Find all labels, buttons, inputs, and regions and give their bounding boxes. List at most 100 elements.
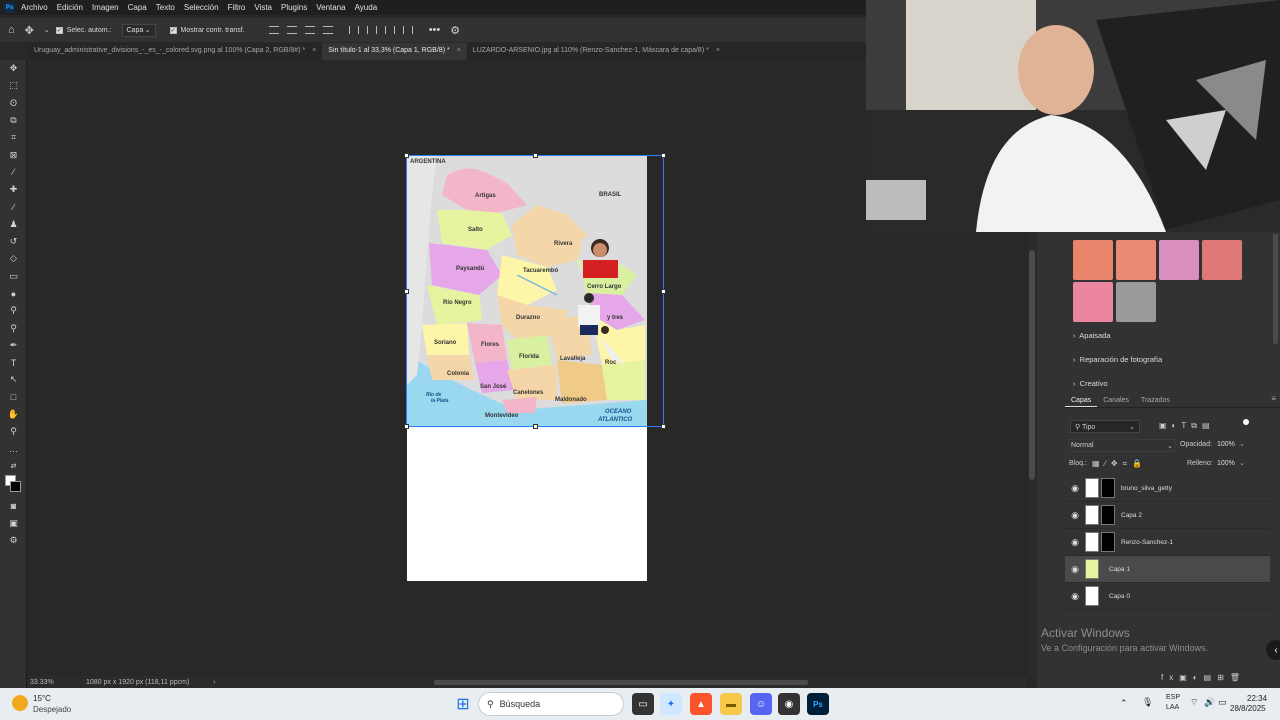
obs-studio-icon[interactable]: ◉ xyxy=(778,693,800,715)
more-options-icon[interactable]: ••• xyxy=(429,24,441,36)
path-select-tool-icon[interactable]: ↖ xyxy=(0,371,27,388)
transform-bounding-box[interactable] xyxy=(404,153,666,429)
section-reparacion[interactable]: › Reparación de fotografía xyxy=(1073,355,1162,364)
type-tool-icon[interactable]: T xyxy=(0,354,27,371)
align-middle-icon[interactable] xyxy=(366,26,377,34)
clock-time[interactable]: 22:34 xyxy=(1247,694,1267,703)
layer-row-bruno[interactable]: ◉ bruno_silva_getty xyxy=(1065,475,1270,502)
frame-tool-icon[interactable]: ⊠ xyxy=(0,146,27,163)
eye-icon[interactable]: ◉ xyxy=(1065,483,1085,494)
opacity-value[interactable]: 100% xyxy=(1217,441,1235,448)
close-icon[interactable]: × xyxy=(312,47,316,54)
adjustment-preset-1[interactable] xyxy=(1073,240,1113,280)
healing-brush-icon[interactable]: ✚ xyxy=(0,181,27,198)
move-tool-icon[interactable]: ✥ xyxy=(25,24,34,37)
transform-handle-ml[interactable] xyxy=(404,289,409,294)
weather-icon[interactable] xyxy=(12,695,28,711)
align-center-icon[interactable] xyxy=(286,26,297,34)
layer-row-capa-1[interactable]: ◉ Capa 1 xyxy=(1065,556,1270,583)
menu-filtro[interactable]: Filtro xyxy=(228,3,246,12)
screen-mode-icon[interactable]: ▣ xyxy=(0,514,27,531)
chevron-left-icon[interactable]: ‹ xyxy=(1266,640,1280,660)
section-apaisada[interactable]: › Apaisada xyxy=(1073,331,1111,340)
chevron-down-icon[interactable]: ⌄ xyxy=(1239,459,1245,467)
layer-filter-icons[interactable]: ▣◐T⧉▤ xyxy=(1159,421,1215,431)
menu-ventana[interactable]: Ventana xyxy=(316,3,345,12)
horizontal-scrollbar[interactable] xyxy=(434,680,808,685)
menu-vista[interactable]: Vista xyxy=(254,3,272,12)
eye-icon[interactable]: ◉ xyxy=(1065,510,1085,521)
keyboard-layout[interactable]: LAA xyxy=(1166,704,1179,711)
layer-mask-thumbnail[interactable] xyxy=(1101,532,1115,552)
wifi-icon[interactable]: ⌔ xyxy=(1190,697,1198,708)
brush-tool-icon[interactable]: ∕ xyxy=(0,198,27,215)
layer-row-capa-0[interactable]: ◉ Capa 0 xyxy=(1065,583,1270,610)
gradient-tool-icon[interactable]: ▭ xyxy=(0,268,27,285)
eye-icon[interactable]: ◉ xyxy=(1065,537,1085,548)
layer-mask-thumbnail[interactable] xyxy=(1101,478,1115,498)
hand-tool-icon[interactable]: ✋ xyxy=(0,406,27,423)
adjustment-preset-6[interactable] xyxy=(1116,282,1156,322)
quick-mask-icon[interactable]: ◙ xyxy=(0,497,27,514)
swap-colors-icon[interactable]: ⇄ xyxy=(0,458,27,475)
brave-browser-icon[interactable]: ▲ xyxy=(690,693,712,715)
align-top-icon[interactable] xyxy=(348,26,359,34)
tab-uruguay-map[interactable]: Uruguay_administrative_divisions_-_es_-_… xyxy=(28,43,322,60)
weather-temp[interactable]: 15°C xyxy=(33,694,51,703)
object-select-tool-icon[interactable]: ⧉ xyxy=(0,112,27,129)
gear-icon[interactable]: ⚙ xyxy=(450,24,460,37)
edit-toolbar-icon[interactable]: ⚙ xyxy=(0,532,27,549)
clock-date[interactable]: 28/8/2025 xyxy=(1230,704,1266,713)
vertical-scrollbar[interactable] xyxy=(1029,250,1035,480)
eraser-tool-icon[interactable]: ◇ xyxy=(0,250,27,267)
autoselect-checkbox[interactable]: ✓ Selec. autom.: xyxy=(55,26,112,34)
section-creativo[interactable]: › Creativo xyxy=(1073,379,1108,388)
distribute-vertical-icon[interactable] xyxy=(402,26,413,34)
eyedropper-tool-icon[interactable]: ⁄ xyxy=(0,164,27,181)
menu-edicion[interactable]: Edición xyxy=(57,3,83,12)
tab-sin-titulo[interactable]: Sin título-1 al 33,3% (Capa 1, RGB/8) * × xyxy=(322,43,467,60)
adjustment-preset-3[interactable] xyxy=(1159,240,1199,280)
lock-icons[interactable]: ▦∕✥⌗🔒 xyxy=(1092,459,1147,469)
rectangle-tool-icon[interactable]: □ xyxy=(0,389,27,406)
menu-archivo[interactable]: Archivo xyxy=(21,3,48,12)
photoshop-taskbar-icon[interactable]: Ps xyxy=(807,693,829,715)
stamp-tool-icon[interactable]: ♟ xyxy=(0,216,27,233)
windows-start-icon[interactable]: ⊞ xyxy=(452,693,474,715)
zoom-level[interactable]: 33.33% xyxy=(30,679,80,686)
filter-toggle-icon[interactable] xyxy=(1243,419,1249,425)
transform-handle-tc[interactable] xyxy=(533,153,538,158)
chevron-down-icon[interactable]: ⌄ xyxy=(1239,440,1245,448)
menu-capa[interactable]: Capa xyxy=(128,3,147,12)
file-explorer-icon[interactable]: ▬ xyxy=(720,693,742,715)
history-brush-icon[interactable]: ↺ xyxy=(0,233,27,250)
menu-plugins[interactable]: Plugins xyxy=(281,3,307,12)
color-swatches[interactable] xyxy=(0,475,26,497)
menu-texto[interactable]: Texto xyxy=(156,3,175,12)
dodge-tool-icon[interactable]: ⚲ xyxy=(0,302,27,319)
adjustment-preset-5[interactable] xyxy=(1073,282,1113,322)
align-right-icon[interactable] xyxy=(304,26,315,34)
transform-handle-bl[interactable] xyxy=(404,424,409,429)
search-box[interactable]: ⚲ Búsqueda xyxy=(478,692,624,716)
tab-luzardo[interactable]: LUZARDO-ARSENIO.jpg al 110% (Renzo-Sanch… xyxy=(467,43,726,60)
eye-icon[interactable]: ◉ xyxy=(1065,564,1085,575)
tab-trazados[interactable]: Trazados xyxy=(1135,394,1176,407)
chevron-up-icon[interactable]: ⌃ xyxy=(1120,698,1128,709)
dodge-tool-2-icon[interactable]: ⚲ xyxy=(0,319,27,336)
chevron-right-icon[interactable]: › xyxy=(213,679,215,686)
close-icon[interactable]: × xyxy=(716,47,720,54)
adjustments-scrollbar[interactable] xyxy=(1273,234,1278,344)
tab-capas[interactable]: Capas xyxy=(1065,394,1098,407)
discord-icon[interactable]: ☺ xyxy=(750,693,772,715)
menu-imagen[interactable]: Imagen xyxy=(92,3,119,12)
menu-ayuda[interactable]: Ayuda xyxy=(355,3,378,12)
menu-seleccion[interactable]: Selección xyxy=(184,3,219,12)
language-code[interactable]: ESP xyxy=(1166,694,1180,701)
volume-icon[interactable]: 🔊 xyxy=(1204,697,1215,708)
more-tools-icon[interactable]: … xyxy=(0,441,27,458)
layer-filter-select[interactable]: ⚲ Tipo ⌄ xyxy=(1070,420,1140,433)
transform-handle-mr[interactable] xyxy=(661,289,666,294)
align-left-icon[interactable] xyxy=(268,26,279,34)
layers-footer-icons[interactable]: fx▣◐▤⊞🗑 xyxy=(1161,673,1246,682)
